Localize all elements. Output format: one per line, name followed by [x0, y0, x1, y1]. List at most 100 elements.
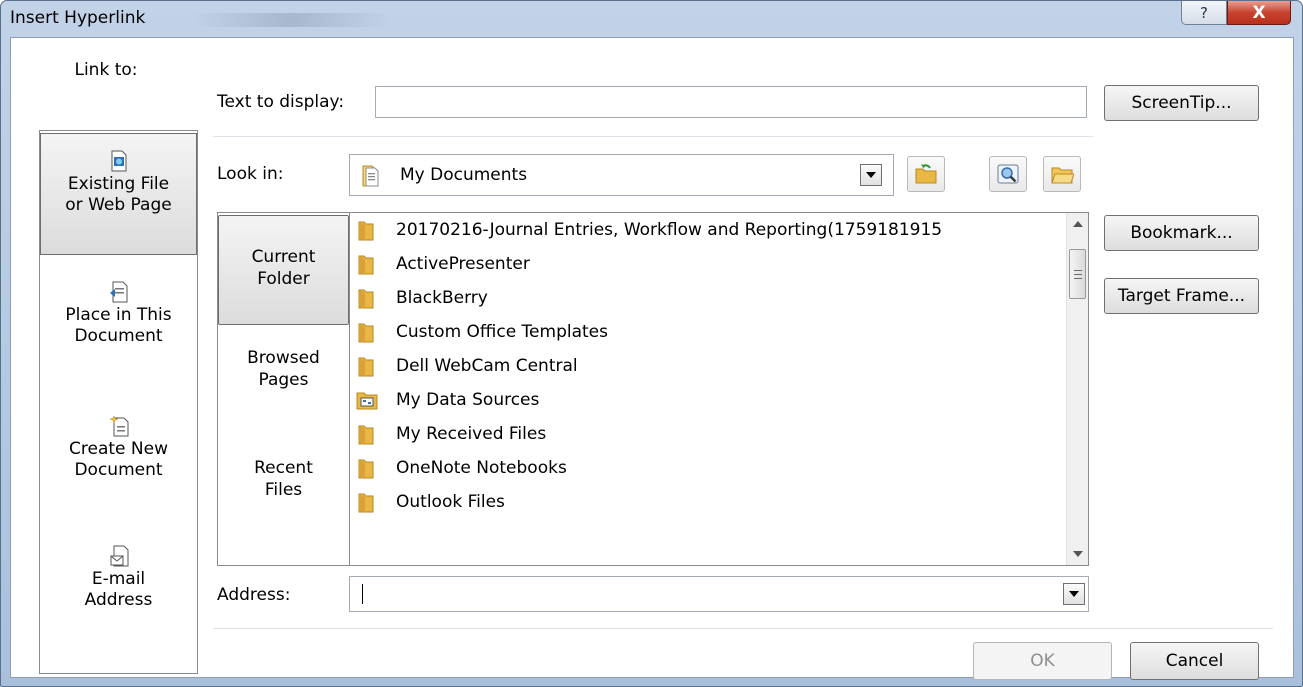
look-in-value: My Documents [400, 165, 528, 185]
chevron-down-icon [1069, 591, 1079, 597]
file-name: Custom Office Templates [396, 322, 608, 342]
tab-browsed-pages-line1: Browsed [247, 348, 320, 368]
folder-icon [358, 255, 374, 275]
link-to-label: Link to: [74, 60, 138, 80]
up-folder-icon [915, 164, 937, 184]
scroll-up-button[interactable] [1067, 213, 1088, 235]
close-icon: X [1252, 2, 1266, 23]
file-list-item[interactable]: Custom Office Templates [356, 315, 608, 349]
file-list-scrollbar[interactable] [1066, 213, 1088, 565]
existing-file-line2: or Web Page [65, 195, 172, 215]
folder-icon [358, 221, 374, 241]
folder-icon [358, 289, 374, 309]
help-icon: ? [1200, 3, 1208, 22]
dialog-body: Link to: Existing File or Web Page Place… [10, 37, 1294, 680]
link-to-create-new-document[interactable]: Create New Document [40, 415, 197, 525]
email-address-icon [110, 545, 128, 567]
open-folder-icon [1051, 167, 1074, 184]
link-to-existing-file[interactable]: Existing File or Web Page [40, 133, 197, 255]
browse-file-button[interactable] [1043, 156, 1081, 192]
file-list-item[interactable]: BlackBerry [356, 281, 488, 315]
my-documents-icon [362, 165, 379, 187]
scroll-down-button[interactable] [1067, 543, 1088, 565]
email-address-line1: E-mail [91, 569, 146, 589]
title-blur [191, 13, 391, 27]
tab-current-folder[interactable]: Current Folder [218, 215, 349, 325]
folder-icon [358, 459, 374, 479]
tab-recent-files-line1: Recent [254, 458, 313, 478]
text-to-display-input[interactable] [375, 86, 1087, 118]
file-name: Dell WebCam Central [396, 356, 578, 376]
bookmark-button[interactable]: Bookmark... [1104, 215, 1259, 251]
file-list-item[interactable]: My Data Sources [356, 383, 539, 417]
grip-line [1074, 278, 1082, 279]
close-button[interactable]: X [1227, 1, 1291, 25]
create-new-document-line1: Create New [69, 439, 168, 459]
insert-hyperlink-dialog: Insert Hyperlink ? X Link to: Existing F… [0, 0, 1303, 687]
file-list-item[interactable]: OneNote Notebooks [356, 451, 567, 485]
file-name: BlackBerry [396, 288, 488, 308]
title-bar[interactable]: Insert Hyperlink ? X [1, 1, 1302, 37]
tab-recent-files-line2: Files [264, 480, 303, 500]
look-in-label: Look in: [217, 164, 284, 184]
file-list-item[interactable]: 20170216-Journal Entries, Workflow and R… [356, 213, 942, 247]
file-name: My Received Files [396, 424, 547, 444]
look-in-dropdown[interactable]: My Documents [349, 154, 894, 196]
place-in-document-line2: Document [74, 326, 163, 346]
file-name: My Data Sources [396, 390, 540, 410]
file-list-item[interactable]: My Received Files [356, 417, 546, 451]
existing-file-icon [111, 150, 126, 172]
cancel-button[interactable]: Cancel [1130, 642, 1259, 680]
file-list-item[interactable]: Outlook Files [356, 485, 505, 519]
ok-button[interactable]: OK [973, 642, 1112, 680]
tab-recent-files[interactable]: Recent Files [218, 457, 349, 557]
target-frame-button[interactable]: Target Frame... [1104, 278, 1259, 314]
tab-browsed-pages-line2: Pages [258, 370, 309, 390]
file-name: ActivePresenter [396, 254, 530, 274]
grip-line [1074, 274, 1082, 275]
create-new-document-icon [108, 415, 128, 437]
existing-file-line1: Existing File [67, 174, 170, 194]
link-to-email-address[interactable]: E-mail Address [40, 545, 197, 655]
grip-line [1074, 270, 1082, 271]
email-address-line2: Address [84, 590, 153, 610]
address-label: Address: [217, 585, 291, 605]
folder-icon [358, 357, 374, 377]
address-dropdown-arrow[interactable] [1063, 583, 1085, 605]
folder-icon [358, 425, 374, 445]
file-list-item[interactable]: ActivePresenter [356, 247, 530, 281]
link-source-tabs: Current Folder Browsed Pages Recent File… [217, 212, 350, 566]
browse-web-icon [997, 164, 1019, 184]
text-caret [362, 584, 363, 604]
separator-top [213, 136, 1093, 137]
file-list-item[interactable]: Dell WebCam Central [356, 349, 578, 383]
tab-current-folder-line1: Current [251, 247, 316, 267]
dialog-title: Insert Hyperlink [10, 8, 146, 28]
look-in-dropdown-arrow[interactable] [860, 164, 882, 186]
separator-bottom [213, 628, 1273, 629]
browse-web-button[interactable] [989, 156, 1027, 192]
tab-browsed-pages[interactable]: Browsed Pages [218, 347, 349, 447]
text-to-display-label: Text to display: [217, 92, 345, 112]
file-list[interactable]: 20170216-Journal Entries, Workflow and R… [349, 212, 1089, 566]
address-input[interactable] [349, 576, 1089, 612]
up-one-folder-button[interactable] [907, 156, 945, 192]
link-to-panel: Existing File or Web Page Place in This … [39, 130, 198, 674]
file-name: Outlook Files [396, 492, 505, 512]
screentip-button[interactable]: ScreenTip... [1104, 85, 1259, 121]
folder-icon [358, 493, 374, 513]
place-in-document-line1: Place in This [65, 305, 172, 325]
place-in-document-icon [109, 281, 127, 303]
file-name: 20170216-Journal Entries, Workflow and R… [396, 220, 943, 240]
create-new-document-line2: Document [74, 460, 163, 480]
link-to-place-in-document[interactable]: Place in This Document [40, 281, 197, 391]
scrollbar-thumb[interactable] [1069, 249, 1086, 299]
scroll-down-icon [1072, 551, 1083, 557]
data-sources-folder-icon [356, 392, 378, 410]
chevron-down-icon [866, 172, 876, 178]
tab-current-folder-line2: Folder [257, 269, 310, 289]
file-name: OneNote Notebooks [396, 458, 567, 478]
scroll-up-icon [1072, 221, 1083, 227]
help-button[interactable]: ? [1181, 1, 1227, 25]
folder-icon [358, 323, 374, 343]
